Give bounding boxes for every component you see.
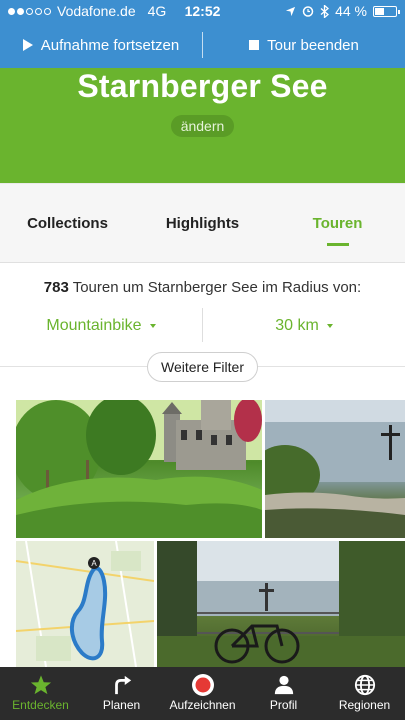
bottom-navigation: Entdecken Planen Aufzeichnen Profil Regi…: [0, 667, 405, 720]
tab-label: Collections: [27, 215, 108, 232]
resume-recording-button[interactable]: Aufnahme fortsetzen: [0, 37, 202, 54]
star-icon: [30, 675, 51, 695]
turn-arrow-icon: [114, 675, 131, 695]
lake-cross-image: [265, 400, 405, 538]
nav-planen[interactable]: Planen: [81, 667, 162, 720]
bluetooth-icon: [320, 4, 330, 18]
radius-select-value: 30 km: [275, 317, 319, 334]
nav-regionen[interactable]: Regionen: [324, 667, 405, 720]
battery-percentage: 44 %: [335, 3, 367, 19]
alarm-icon: [302, 6, 314, 17]
region-title: Starnberger See: [77, 68, 328, 104]
tour-photo-bike[interactable]: [157, 541, 405, 667]
filter-selects: Mountainbike 30 km: [0, 308, 405, 344]
map-start-marker: A: [91, 559, 97, 568]
region-header: Starnberger See ändern: [0, 68, 405, 183]
location-arrow-icon: [285, 6, 296, 16]
tab-highlights[interactable]: Highlights: [135, 184, 270, 262]
tour-count-text: Touren um Starnberger See im Radius von:: [68, 279, 362, 296]
tour-photo-castle[interactable]: [16, 400, 262, 538]
resume-recording-label: Aufnahme fortsetzen: [40, 36, 180, 54]
tour-count-summary: 783 Touren um Starnberger See im Radius …: [0, 279, 405, 296]
chevron-down-icon: [326, 324, 333, 328]
nav-profil[interactable]: Profil: [243, 667, 324, 720]
battery-icon: [373, 5, 400, 17]
bike-lake-image: [157, 541, 405, 667]
play-icon: [22, 39, 33, 51]
status-icons: 44 %: [285, 3, 400, 19]
nav-label: Entdecken: [12, 698, 69, 712]
end-tour-label: Tour beenden: [267, 36, 359, 54]
globe-icon: [354, 674, 375, 696]
nav-entdecken[interactable]: Entdecken: [0, 667, 81, 720]
sport-select[interactable]: Mountainbike: [0, 308, 202, 344]
castle-forest-image: [16, 400, 262, 538]
person-icon: [274, 675, 293, 695]
tour-map-thumbnail[interactable]: A: [16, 541, 154, 667]
tab-label: Highlights: [165, 215, 240, 232]
nav-label: Aufzeichnen: [169, 698, 236, 712]
chevron-down-icon: [149, 324, 156, 328]
change-region-button[interactable]: ändern: [170, 115, 235, 137]
record-icon: [191, 674, 214, 696]
nav-label: Regionen: [338, 698, 391, 712]
stop-icon: [249, 40, 260, 50]
more-filters-button[interactable]: Weitere Filter: [147, 352, 258, 382]
nav-label: Profil: [269, 698, 298, 712]
radius-select[interactable]: 30 km: [203, 308, 405, 344]
status-bar: Vodafone.de 4G 12:52 44 %: [0, 0, 405, 22]
tab-touren[interactable]: Touren: [270, 184, 405, 262]
tab-label: Touren: [312, 215, 363, 232]
nav-label: Planen: [102, 698, 141, 712]
map-image: A: [16, 541, 154, 667]
nav-aufzeichnen[interactable]: Aufzeichnen: [162, 667, 243, 720]
tour-photo-lake-cross[interactable]: [265, 400, 405, 538]
recording-bar: Aufnahme fortsetzen Tour beenden: [0, 22, 405, 68]
tab-collections[interactable]: Collections: [0, 184, 135, 262]
end-tour-button[interactable]: Tour beenden: [203, 37, 405, 54]
tab-bar: Collections Highlights Touren: [0, 183, 405, 263]
active-tab-indicator: [326, 243, 349, 246]
tour-count: 783: [43, 279, 69, 296]
sport-select-value: Mountainbike: [46, 317, 142, 334]
